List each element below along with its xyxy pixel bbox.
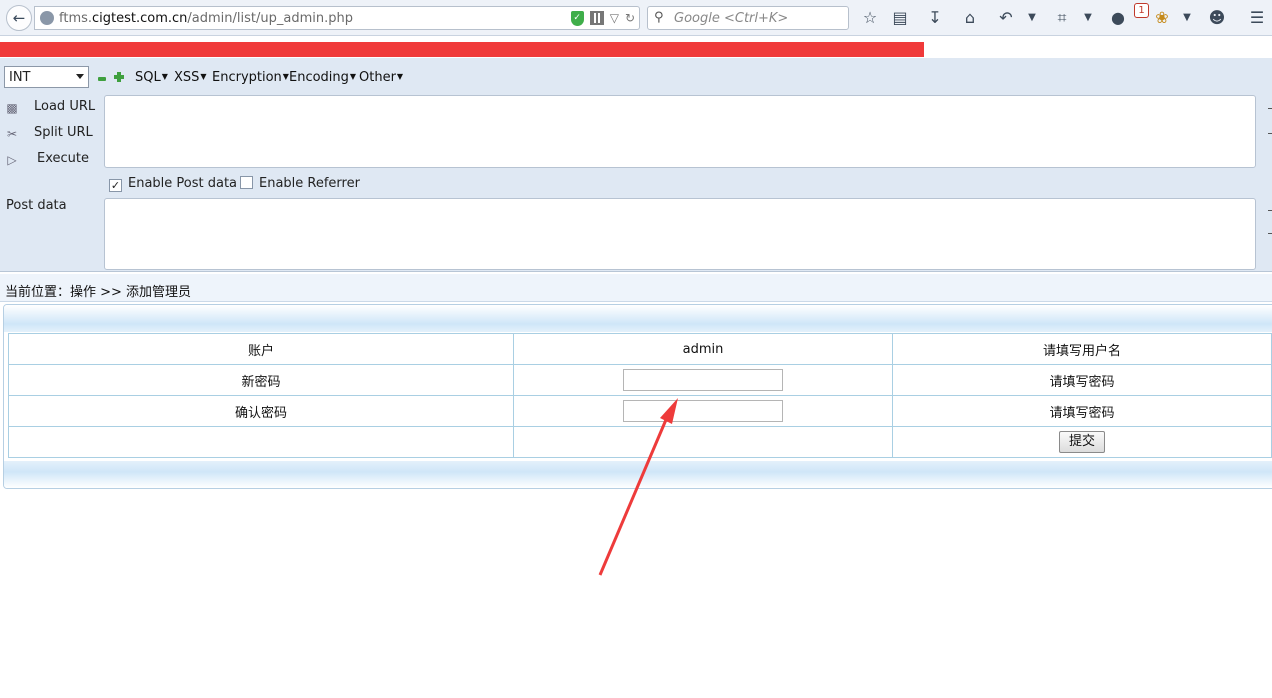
menu-encoding[interactable]: Encoding▼ [289,70,356,85]
scroll-mark [1268,133,1272,134]
redacted-bookmarks-bar [0,42,924,57]
download-icon[interactable]: ↧ [925,8,945,28]
checkbox-checked-icon: ✓ [109,179,122,192]
post-data-label: Post data [6,198,67,213]
new-password-hint: 请填写密码 [892,364,1272,396]
enable-referrer-checkbox[interactable]: Enable Referrer [240,176,360,191]
new-password-input[interactable] [623,369,783,391]
table-row: 提交 [8,426,1272,458]
chevron-down-icon[interactable]: ▼ [1078,8,1098,28]
breadcrumb: 当前位置：操作 >> 添加管理员 [0,274,1272,302]
extension-icon[interactable]: ❀ [1152,8,1172,28]
globe-icon [40,11,54,25]
table-row: 新密码 请填写密码 [8,364,1272,396]
history-dropdown-icon[interactable]: ▽ [610,10,619,26]
admin-form-table: 账户 admin 请填写用户名 新密码 请填写密码 确认密码 请填写密码 提交 [8,333,1272,458]
address-bar[interactable]: ftms.cigtest.com.cn/admin/list/up_admin.… [34,6,640,30]
empty-cell [8,426,514,458]
confirm-password-label: 确认密码 [8,395,514,427]
submit-button[interactable]: 提交 [1058,431,1105,453]
submit-cell: 提交 [892,426,1272,458]
crop-icon[interactable]: ⌗ [1052,8,1072,28]
menu-encryption[interactable]: Encryption▼ [212,70,289,85]
new-password-label: 新密码 [8,364,514,396]
table-row: 账户 admin 请填写用户名 [8,333,1272,365]
chat-bubble-icon[interactable]: ● [1108,8,1128,28]
shield-check-icon[interactable]: ✓ [570,10,584,26]
search-icon: ⚲ [654,10,664,25]
chevron-down-icon[interactable]: ▼ [1022,8,1042,28]
home-icon[interactable]: ⌂ [960,8,980,28]
minus-icon[interactable] [98,77,106,81]
account-hint: 请填写用户名 [892,333,1272,365]
split-url-button[interactable]: ✂ Split URL [4,124,94,144]
chevron-down-icon[interactable]: ▼ [1177,8,1197,28]
post-data-textarea[interactable] [104,198,1256,270]
reload-icon[interactable]: ↻ [625,10,635,26]
type-select-value: INT [9,70,31,85]
menu-other[interactable]: Other▼ [359,70,403,85]
scroll-mark [1268,108,1272,109]
bookmark-star-icon[interactable]: ☆ [860,8,880,28]
type-select[interactable]: INT [4,66,89,88]
confirm-password-hint: 请填写密码 [892,395,1272,427]
play-icon: ▷ [7,153,17,167]
execute-button[interactable]: ▷ Execute [4,150,94,170]
chevron-down-icon [76,74,84,79]
undo-icon[interactable]: ↶ [996,8,1016,28]
back-arrow-icon[interactable]: ← [6,5,32,31]
url-text: ftms.cigtest.com.cn/admin/list/up_admin.… [59,11,353,26]
scroll-mark [1268,210,1272,211]
account-value: admin [513,333,893,365]
confirm-password-cell [513,395,893,427]
search-placeholder: Google <Ctrl+K> [674,11,789,26]
account-label: 账户 [8,333,514,365]
notification-badge: 1 [1134,3,1149,18]
reading-list-icon[interactable]: ▤ [890,8,910,28]
scissors-icon: ✂ [6,127,18,141]
load-url-button[interactable]: ▩ Load URL [4,98,95,118]
checkbox-unchecked-icon [240,176,253,189]
search-box[interactable]: ⚲ Google <Ctrl+K> [647,6,849,30]
browser-toolbar: ← ftms.cigtest.com.cn/admin/list/up_admi… [0,0,1272,36]
enable-post-checkbox[interactable]: ✓ Enable Post data [109,176,237,192]
qr-code-icon[interactable] [589,11,604,25]
empty-cell [513,426,893,458]
panel-footer [4,461,1272,488]
add-admin-panel: 账户 admin 请填写用户名 新密码 请填写密码 确认密码 请填写密码 提交 [3,304,1272,489]
plus-icon[interactable] [114,72,124,82]
confirm-password-input[interactable] [623,400,783,422]
table-row: 确认密码 请填写密码 [8,395,1272,427]
new-password-cell [513,364,893,396]
smiley-icon[interactable]: ☻ [1207,8,1227,28]
menu-sql[interactable]: SQL▼ [135,70,168,85]
url-textarea[interactable] [104,95,1256,168]
panel-header [4,305,1272,332]
menu-hamburger-icon[interactable]: ☰ [1247,8,1267,28]
menu-xss[interactable]: XSS▼ [174,70,207,85]
scroll-mark [1268,233,1272,234]
hackbar-panel: INT SQL▼ XSS▼ Encryption▼ Encoding▼ Othe… [0,58,1272,272]
load-url-icon: ▩ [6,101,18,115]
